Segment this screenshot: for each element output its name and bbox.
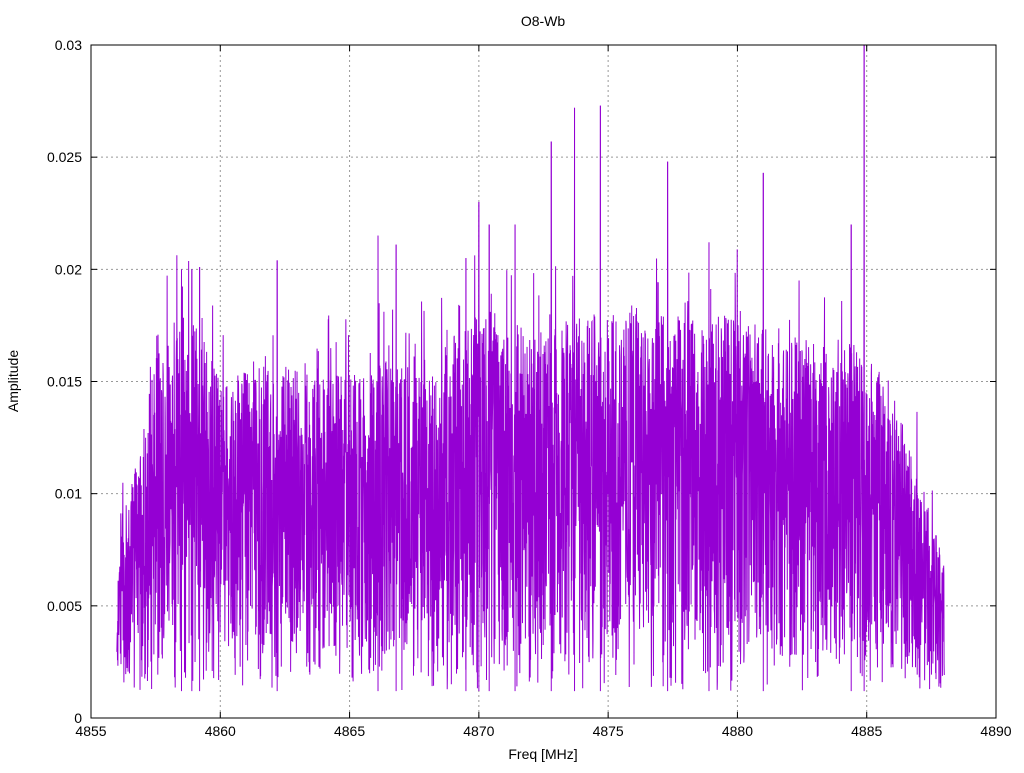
x-tick-label: 4865 bbox=[334, 723, 365, 739]
x-tick-label: 4890 bbox=[980, 723, 1011, 739]
chart-container: 4855 4860 4865 4870 4875 4880 4885 4890 0 0.005 0.… bbox=[0, 0, 1024, 768]
y-tick-label: 0.025 bbox=[47, 149, 82, 165]
x-tick-label: 4870 bbox=[463, 723, 494, 739]
y-tick-label: 0.02 bbox=[55, 261, 82, 277]
series-line bbox=[116, 44, 945, 691]
series-layer bbox=[116, 44, 945, 692]
y-tick-label: 0.01 bbox=[55, 486, 82, 502]
x-axis-label: Freq [MHz] bbox=[508, 746, 577, 762]
y-axis-label: Amplitude bbox=[5, 350, 21, 412]
x-tick-label: 4880 bbox=[722, 723, 753, 739]
x-tick-label: 4860 bbox=[205, 723, 236, 739]
x-tick-label: 4885 bbox=[851, 723, 882, 739]
y-tick-label: 0.03 bbox=[55, 37, 82, 53]
x-tick-label: 4875 bbox=[593, 723, 624, 739]
chart-svg: 4855 4860 4865 4870 4875 4880 4885 489000.0050.… bbox=[5, 13, 1012, 762]
chart-title: O8-Wb bbox=[521, 13, 566, 29]
y-tick-label: 0.015 bbox=[47, 374, 82, 390]
y-tick-label: 0.005 bbox=[47, 598, 82, 614]
y-tick-label: 0 bbox=[74, 710, 82, 726]
